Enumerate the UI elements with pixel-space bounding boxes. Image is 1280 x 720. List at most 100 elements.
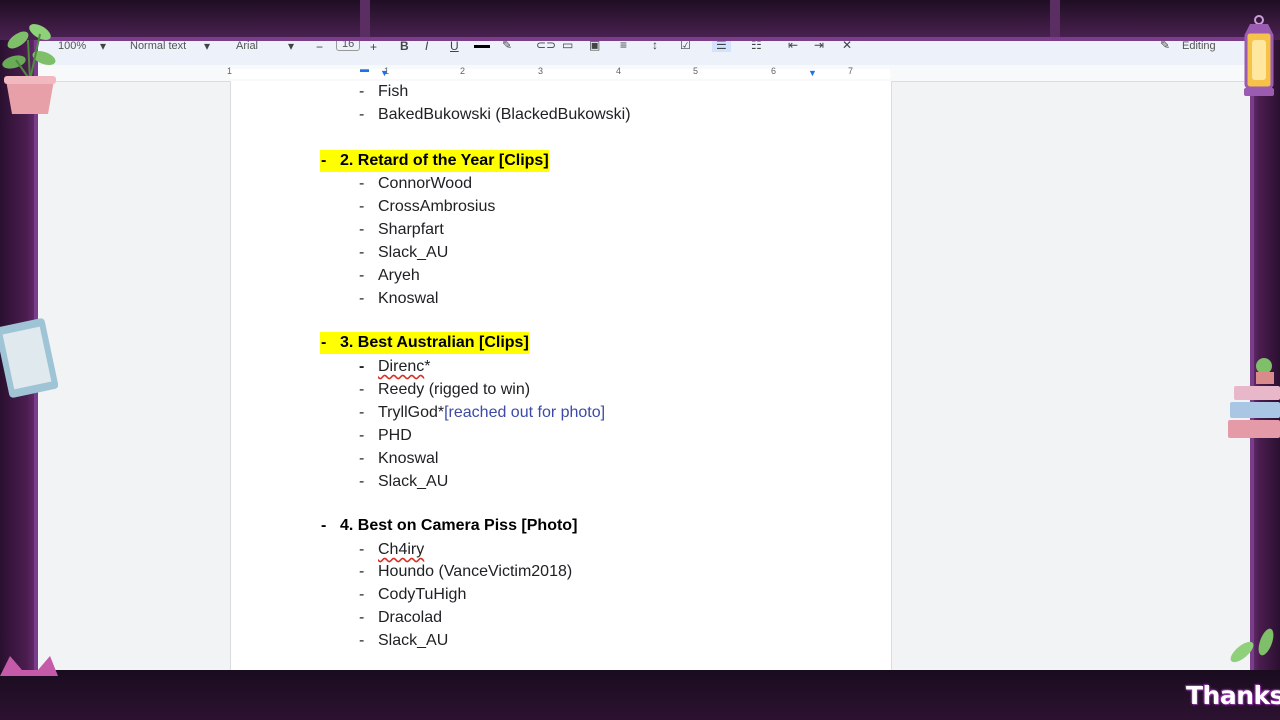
align-icon[interactable]: ≡ (620, 41, 627, 52)
chevron-down-icon: ▾ (100, 41, 107, 53)
document-page[interactable]: - Fish - BakedBukowski (BlackedBukowski)… (230, 81, 892, 670)
misspelled-word[interactable]: Direnc (378, 358, 424, 375)
potted-plant-icon (2, 24, 56, 114)
list-bullet: - (359, 609, 365, 626)
horizontal-ruler[interactable]: 1 1 2 3 4 5 6 7 ▬ ▼ ▼ (38, 64, 1250, 82)
list-bullet: - (359, 586, 365, 603)
ruler-number: 3 (538, 66, 544, 76)
pencil-icon: ✎ (1160, 41, 1171, 52)
list-bullet: - (321, 152, 327, 169)
italic-icon[interactable]: I (425, 41, 428, 53)
list-bullet: - (359, 244, 365, 261)
list-item: TryllGod*[reached out for photo] (378, 403, 605, 423)
list-bullet: - (359, 473, 365, 490)
list-item: PHD (378, 427, 412, 444)
ruler-number: 4 (616, 66, 622, 76)
chevron-down-icon: ▾ (288, 41, 295, 53)
list-item: Aryeh (378, 267, 420, 284)
item-note: [reached out for photo] (444, 404, 606, 421)
ruler-number: 6 (771, 66, 777, 76)
list-item: ConnorWood (378, 175, 472, 192)
link-icon[interactable]: ⊂⊃ (536, 41, 556, 52)
ruler-number: 2 (460, 66, 466, 76)
docs-editor: 100% ▾ Normal text ▾ Arial ▾ − 16 + B I … (38, 41, 1250, 670)
list-item: Reedy (rigged to win) (378, 381, 531, 398)
misspelled-word[interactable]: Ch4iry (378, 541, 424, 558)
first-line-indent-marker[interactable]: ▬ (360, 64, 369, 74)
list-bullet: - (359, 290, 365, 307)
list-bullet: - (359, 198, 365, 215)
underline-icon[interactable]: U (450, 41, 459, 53)
font-size-input[interactable]: 16 (336, 41, 361, 51)
section-heading: -3. Best Australian [Clips] (320, 332, 529, 354)
list-item: BakedBukowski (BlackedBukowski) (378, 106, 631, 123)
list-item: Knoswal (378, 450, 439, 467)
section-title: 2. Retard of the Year [Clips] (340, 152, 549, 169)
list-bullet: - (359, 632, 365, 649)
increase-font-icon[interactable]: + (370, 41, 377, 54)
line-spacing-icon[interactable]: ↕ (652, 41, 658, 52)
list-bullet: - (359, 175, 365, 192)
section-title: 4. Best on Camera Piss [Photo] (340, 517, 578, 534)
list-bullet: - (359, 358, 365, 375)
chevron-down-icon: ▾ (204, 41, 211, 53)
list-bullet: - (359, 83, 365, 100)
list-bullet: - (359, 106, 365, 123)
ruler-number: 1 (227, 66, 233, 76)
zoom-select[interactable]: 100% (58, 41, 86, 52)
font-select[interactable]: Arial (236, 41, 258, 52)
lantern-icon (1244, 15, 1274, 96)
list-bullet: - (359, 541, 365, 558)
comment-icon[interactable]: ▭ (562, 41, 573, 52)
list-item: Direnc* (378, 357, 430, 377)
decrease-indent-icon[interactable]: ⇤ (788, 41, 798, 52)
list-item: CrossAmbrosius (378, 198, 496, 215)
list-item: Dracolad (378, 609, 443, 626)
bold-icon[interactable]: B (400, 41, 409, 53)
list-bullet: - (359, 404, 365, 421)
cat-ears-icon (0, 656, 58, 676)
asterisk: * (424, 358, 431, 375)
clear-formatting-icon[interactable]: ✕ (842, 41, 852, 52)
image-icon[interactable]: ▣ (589, 41, 600, 52)
decrease-font-icon[interactable]: − (316, 41, 323, 54)
editing-mode-select[interactable]: Editing (1182, 41, 1216, 52)
list-bullet: - (359, 267, 365, 284)
books-stack-icon (1228, 358, 1280, 438)
increase-indent-icon[interactable]: ⇥ (814, 41, 824, 52)
list-bullet: - (359, 563, 365, 580)
list-bullet: - (359, 221, 365, 238)
list-item: Slack_AU (378, 244, 449, 261)
list-item: Slack_AU (378, 632, 449, 649)
ruler-number: 7 (848, 66, 854, 76)
list-bullet: - (359, 427, 365, 444)
checklist-icon[interactable]: ☑ (680, 41, 691, 52)
picture-frame-icon (0, 318, 58, 398)
ruler-number: 5 (693, 66, 699, 76)
list-item-text: TryllGod* (378, 404, 445, 421)
numbered-list-icon[interactable]: ☷ (751, 41, 762, 52)
thanks-overlay-text: Thanks (1186, 681, 1280, 710)
list-bullet: - (359, 381, 365, 398)
list-item: Sharpfart (378, 221, 444, 238)
section-title: 3. Best Australian [Clips] (340, 334, 529, 351)
editor-toolbar: 100% ▾ Normal text ▾ Arial ▾ − 16 + B I … (38, 41, 1250, 65)
list-bullet: - (321, 334, 327, 351)
bulleted-list-icon[interactable]: ☰ (712, 41, 731, 52)
list-bullet: - (321, 517, 327, 534)
left-indent-marker[interactable]: ▼ (380, 68, 389, 78)
list-item: CodyTuHigh (378, 586, 467, 603)
right-indent-marker[interactable]: ▼ (808, 68, 817, 78)
section-heading: -4. Best on Camera Piss [Photo] (320, 515, 577, 537)
list-item: Ch4iry (378, 540, 424, 560)
list-item: Fish (378, 83, 409, 100)
overlay-frame-top (0, 0, 1280, 40)
highlight-icon[interactable]: ✎ (502, 41, 512, 52)
list-item: Houndo (VanceVictim2018) (378, 563, 573, 580)
leaf-plant-icon (1230, 628, 1274, 663)
list-item: Knoswal (378, 290, 439, 307)
style-select[interactable]: Normal text (130, 41, 186, 52)
list-item: Slack_AU (378, 473, 449, 490)
text-color-icon[interactable] (474, 45, 490, 48)
section-heading: -2. Retard of the Year [Clips] (320, 150, 549, 172)
